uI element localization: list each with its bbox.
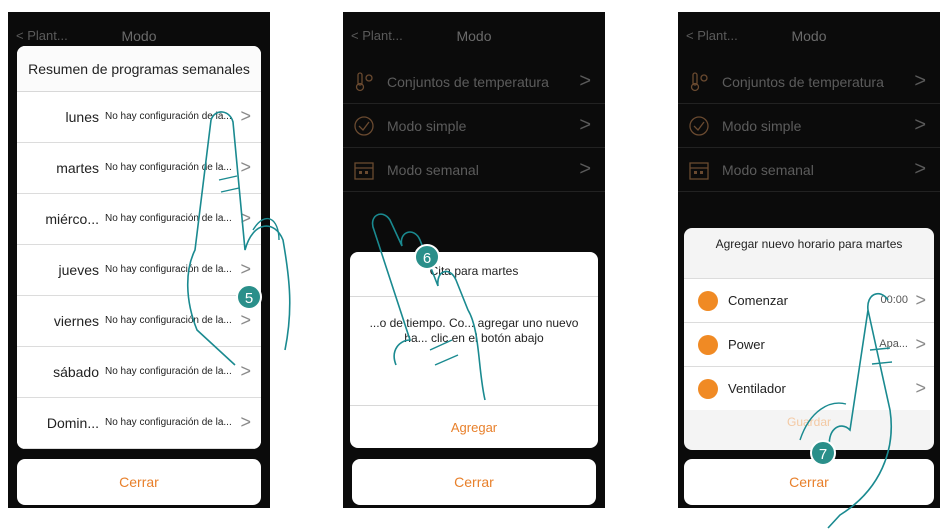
fan-row[interactable]: Ventilador > xyxy=(684,366,934,410)
menu-item-temperature-sets[interactable]: Conjuntos de temperatura > xyxy=(678,60,940,104)
fan-icon xyxy=(698,379,718,399)
page-title: Modo xyxy=(456,28,492,44)
menu-label: Modo semanal xyxy=(722,162,814,178)
sheet-title: Agregar nuevo horario para martes xyxy=(715,237,903,251)
thermometer-icon xyxy=(355,72,373,92)
day-row-friday[interactable]: viernes No hay configuración de la... > xyxy=(17,296,261,347)
day-row-sunday[interactable]: Domin... No hay configuración de la... > xyxy=(17,398,261,449)
calendar-icon xyxy=(689,162,709,180)
menu-item-temperature-sets[interactable]: Conjuntos de temperatura > xyxy=(343,60,605,104)
day-row-tuesday[interactable]: martes No hay configuración de la... > xyxy=(17,143,261,194)
menu-item-simple-mode[interactable]: Modo simple > xyxy=(678,104,940,148)
day-row-wednesday[interactable]: miérco... No hay configuración de la... … xyxy=(17,194,261,245)
divider xyxy=(350,296,598,297)
day-status: No hay configuración de la... xyxy=(105,162,232,173)
start-time-row[interactable]: Comenzar 00:00 > xyxy=(684,278,934,322)
phone-screen-new-schedule: < Plant... Modo Conjuntos de temperatura… xyxy=(678,12,940,508)
step-badge: 7 xyxy=(810,440,836,466)
chevron-right-icon: > xyxy=(914,70,926,92)
page-title: Modo xyxy=(121,28,157,44)
menu-label: Modo semanal xyxy=(387,162,479,178)
power-row[interactable]: Power Apa... > xyxy=(684,322,934,366)
appointment-dialog: Cita para martes ...o de tiempo. Co... a… xyxy=(350,252,598,448)
top-bar: < Plant... Modo xyxy=(343,12,605,60)
step-badge: 6 xyxy=(414,244,440,270)
thermometer-icon xyxy=(690,72,708,92)
menu-item-weekly-mode[interactable]: Modo semanal > xyxy=(343,148,605,192)
menu-label: Modo simple xyxy=(387,118,467,134)
step-badge: 5 xyxy=(236,284,262,310)
day-status: No hay configuración de la... xyxy=(105,417,232,428)
chevron-right-icon: > xyxy=(914,114,926,136)
add-button[interactable]: Agregar xyxy=(350,420,598,435)
row-value: Apa... xyxy=(879,338,908,350)
chevron-right-icon: > xyxy=(240,259,251,279)
day-name: jueves xyxy=(58,262,99,278)
check-circle-icon xyxy=(354,116,374,136)
menu-label: Conjuntos de temperatura xyxy=(387,74,549,90)
chevron-right-icon: > xyxy=(579,114,591,136)
chevron-right-icon: > xyxy=(915,290,926,310)
sheet-title: Resumen de programas semanales xyxy=(17,46,261,92)
divider xyxy=(350,405,598,406)
phone-screen-weekly-summary: < Plant... Modo Resumen de programas sem… xyxy=(8,12,270,508)
chevron-right-icon: > xyxy=(240,208,251,228)
check-circle-icon xyxy=(689,116,709,136)
day-status: No hay configuración de la... xyxy=(105,213,232,224)
day-name: sábado xyxy=(53,364,99,380)
day-status: No hay configuración de la... xyxy=(105,111,232,122)
weekly-summary-sheet: Resumen de programas semanales lunes No … xyxy=(17,46,261,449)
top-bar: < Plant... Modo xyxy=(678,12,940,60)
day-status: No hay configuración de la... xyxy=(105,366,232,377)
day-name: lunes xyxy=(65,109,99,125)
chevron-right-icon: > xyxy=(915,378,926,398)
day-status: No hay configuración de la... xyxy=(105,264,232,275)
menu-item-simple-mode[interactable]: Modo simple > xyxy=(343,104,605,148)
close-button[interactable]: Cerrar xyxy=(352,459,596,505)
day-name: miérco... xyxy=(45,211,99,227)
chevron-right-icon: > xyxy=(579,70,591,92)
power-icon xyxy=(698,335,718,355)
clock-icon xyxy=(698,291,718,311)
calendar-icon xyxy=(354,162,374,180)
menu-label: Modo simple xyxy=(722,118,802,134)
phone-screen-mode-dialog: < Plant... Modo Conjuntos de temperatura… xyxy=(343,12,605,508)
row-label: Ventilador xyxy=(728,381,786,396)
day-row-thursday[interactable]: jueves No hay configuración de la... > xyxy=(17,245,261,296)
chevron-right-icon: > xyxy=(240,106,251,126)
dialog-title: Cita para martes xyxy=(429,264,519,278)
save-button[interactable]: Guardar xyxy=(684,415,934,429)
close-button[interactable]: Cerrar xyxy=(17,459,261,505)
day-row-monday[interactable]: lunes No hay configuración de la... > xyxy=(17,92,261,143)
chevron-right-icon: > xyxy=(914,158,926,180)
day-row-saturday[interactable]: sábado No hay configuración de la... > xyxy=(17,347,261,398)
chevron-right-icon: > xyxy=(240,412,251,432)
new-schedule-sheet: Agregar nuevo horario para martes Comenz… xyxy=(684,228,934,450)
chevron-right-icon: > xyxy=(579,158,591,180)
day-status: No hay configuración de la... xyxy=(105,315,232,326)
menu-item-weekly-mode[interactable]: Modo semanal > xyxy=(678,148,940,192)
close-button[interactable]: Cerrar xyxy=(684,459,934,505)
chevron-right-icon: > xyxy=(240,157,251,177)
chevron-right-icon: > xyxy=(240,310,251,330)
day-name: Domin... xyxy=(46,415,99,431)
menu-label: Conjuntos de temperatura xyxy=(722,74,884,90)
row-value: 00:00 xyxy=(880,294,908,306)
chevron-right-icon: > xyxy=(915,334,926,354)
row-label: Comenzar xyxy=(728,293,788,308)
chevron-right-icon: > xyxy=(240,361,251,381)
day-name: martes xyxy=(56,160,99,176)
page-title: Modo xyxy=(791,28,827,44)
dialog-message: ...o de tiempo. Co... agregar uno nuevo … xyxy=(369,316,579,345)
day-name: viernes xyxy=(53,313,99,329)
row-label: Power xyxy=(728,337,765,352)
